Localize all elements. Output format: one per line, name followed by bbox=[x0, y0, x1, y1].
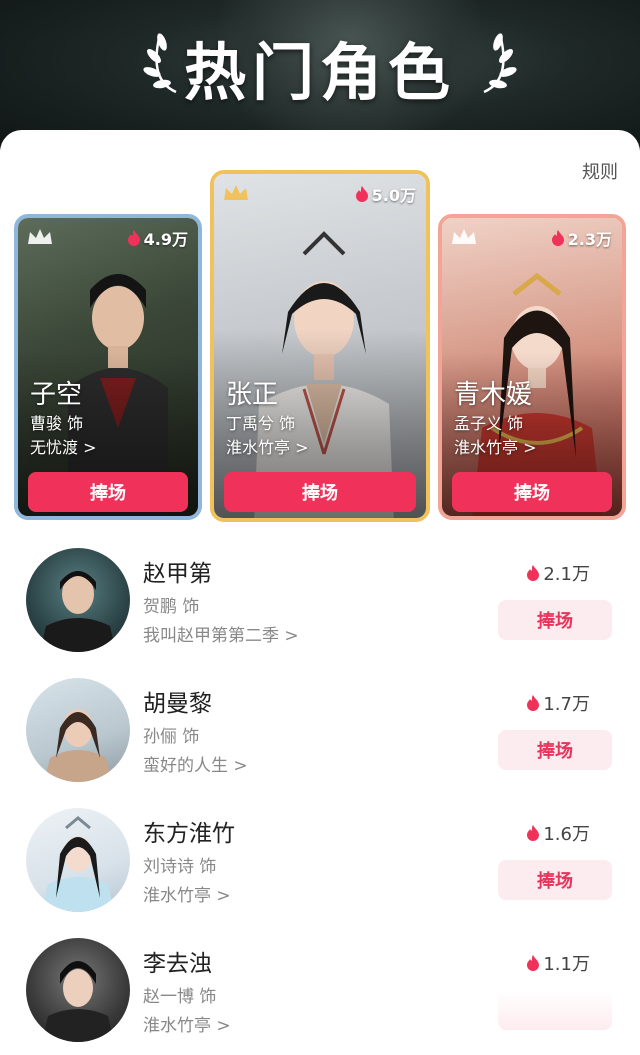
heat-value: 1.6万 bbox=[543, 824, 590, 845]
avatar bbox=[26, 678, 130, 782]
list-item[interactable]: 李去浊 赵一博 饰 淮水竹亭 > 1.1万 bbox=[0, 938, 640, 1055]
heat-count: 5.0万 bbox=[355, 182, 416, 206]
cheer-button[interactable]: 捧场 bbox=[498, 730, 612, 770]
role-name: 子空 bbox=[30, 380, 83, 410]
list-item[interactable]: 东方淮竹 刘诗诗 饰 淮水竹亭 > 1.6万 捧场 bbox=[0, 808, 640, 928]
heat-value: 5.0万 bbox=[371, 186, 416, 205]
flame-icon bbox=[551, 230, 564, 246]
avatar-portrait bbox=[40, 571, 116, 652]
flame-icon bbox=[527, 825, 540, 841]
actor-name: 刘诗诗 饰 bbox=[143, 857, 217, 877]
cheer-button[interactable]: 捧场 bbox=[452, 472, 612, 512]
show-link[interactable]: 淮水竹亭 > bbox=[226, 434, 309, 458]
avatar bbox=[26, 548, 130, 652]
cheer-button[interactable]: 捧场 bbox=[498, 860, 612, 900]
character-name: 李去浊 bbox=[143, 951, 212, 977]
role-name: 张正 bbox=[226, 380, 279, 410]
heat-count: 1.1万 bbox=[526, 950, 590, 976]
top-card-2[interactable]: 5.0万 张正 丁禹兮 饰 淮水竹亭 > 捧场 bbox=[210, 170, 430, 522]
character-name: 胡曼黎 bbox=[143, 691, 212, 717]
avatar bbox=[26, 938, 130, 1042]
show-link[interactable]: 淮水竹亭 > bbox=[454, 434, 537, 458]
avatar-portrait bbox=[42, 961, 114, 1042]
show-link[interactable]: 我叫赵甲第第二季 > bbox=[143, 621, 299, 646]
cheer-button[interactable]: 捧场 bbox=[224, 472, 416, 512]
top-card-1[interactable]: 4.9万 子空 曹骏 饰 无忧渡 > 捧场 bbox=[14, 214, 202, 520]
actor-name: 曹骏 饰 bbox=[30, 414, 84, 433]
page-title: 热门角色 bbox=[183, 36, 456, 109]
crown-icon bbox=[28, 229, 52, 244]
flame-icon bbox=[527, 695, 540, 711]
heat-value: 4.9万 bbox=[143, 230, 188, 249]
header-banner: 热门角色 bbox=[0, 0, 640, 150]
laurel-right-icon bbox=[483, 33, 517, 94]
heat-value: 1.7万 bbox=[543, 694, 590, 715]
cheer-button[interactable]: 捧场 bbox=[498, 600, 612, 640]
actor-name: 孙俪 饰 bbox=[143, 727, 200, 747]
flame-icon bbox=[127, 230, 140, 246]
avatar bbox=[26, 808, 130, 912]
cheer-button[interactable] bbox=[498, 990, 612, 1030]
show-link[interactable]: 淮水竹亭 > bbox=[143, 1011, 231, 1036]
heat-count: 2.1万 bbox=[526, 560, 590, 586]
actor-name: 贺鹏 饰 bbox=[143, 597, 200, 617]
cheer-button[interactable]: 捧场 bbox=[28, 472, 188, 512]
top-card-3[interactable]: 2.3万 青木媛 孟子义 饰 淮水竹亭 > 捧场 bbox=[438, 214, 626, 520]
avatar-portrait bbox=[44, 709, 112, 782]
crown-icon bbox=[224, 185, 248, 200]
show-link[interactable]: 无忧渡 > bbox=[30, 434, 97, 458]
avatar-portrait bbox=[42, 816, 114, 912]
heat-count: 2.3万 bbox=[551, 226, 612, 250]
show-link[interactable]: 蛮好的人生 > bbox=[143, 751, 248, 776]
show-link[interactable]: 淮水竹亭 > bbox=[143, 881, 231, 906]
heat-count: 1.7万 bbox=[526, 690, 590, 716]
rules-link[interactable]: 规则 bbox=[582, 158, 618, 184]
actor-name: 丁禹兮 饰 bbox=[226, 414, 296, 433]
list-item[interactable]: 胡曼黎 孙俪 饰 蛮好的人生 > 1.7万 捧场 bbox=[0, 678, 640, 798]
character-name: 东方淮竹 bbox=[143, 821, 235, 847]
flame-icon bbox=[527, 955, 540, 971]
heat-value: 1.1万 bbox=[543, 954, 590, 975]
heat-value: 2.3万 bbox=[567, 230, 612, 249]
heat-value: 2.1万 bbox=[543, 564, 590, 585]
actor-name: 赵一博 饰 bbox=[143, 987, 217, 1007]
heat-count: 1.6万 bbox=[526, 820, 590, 846]
flame-icon bbox=[527, 565, 540, 581]
actor-name: 孟子义 饰 bbox=[454, 414, 524, 433]
character-name: 赵甲第 bbox=[143, 561, 212, 587]
flame-icon bbox=[355, 186, 368, 202]
crown-icon bbox=[452, 229, 476, 244]
heat-count: 4.9万 bbox=[127, 226, 188, 250]
role-name: 青木媛 bbox=[454, 380, 533, 410]
list-item[interactable]: 赵甲第 贺鹏 饰 我叫赵甲第第二季 > 2.1万 捧场 bbox=[0, 548, 640, 668]
